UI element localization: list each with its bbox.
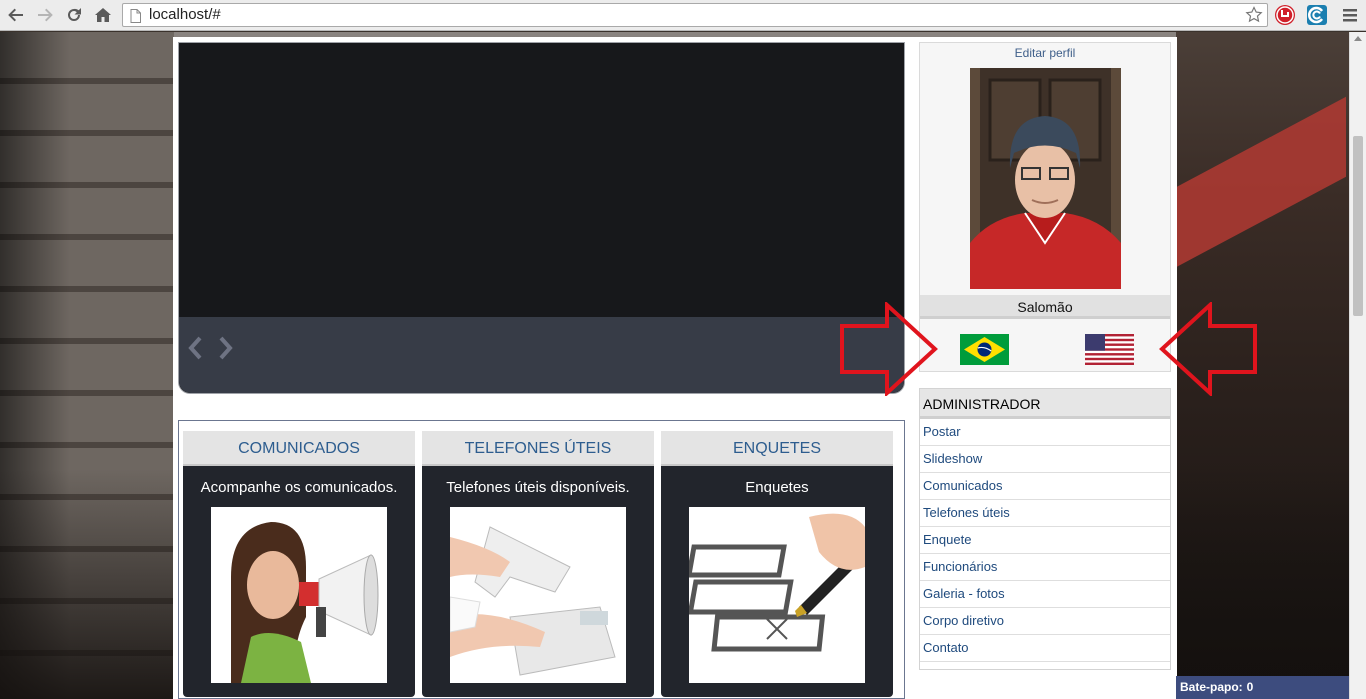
reload-icon[interactable]	[62, 3, 86, 27]
panel-telefones[interactable]: TELEFONES ÚTEIS Telefones úteis disponív…	[422, 431, 654, 697]
admin-item-galeria[interactable]: Galeria - fotos	[920, 581, 1170, 608]
admin-menu-header: ADMINISTRADOR	[920, 389, 1170, 419]
slideshow-next-icon[interactable]	[217, 335, 235, 366]
crowd-right	[1176, 469, 1366, 699]
avatar[interactable]	[970, 68, 1121, 289]
admin-item-enquete[interactable]: Enquete	[920, 527, 1170, 554]
chat-count: 0	[1246, 680, 1254, 694]
chat-bar[interactable]: Bate-papo: 0	[1176, 676, 1349, 699]
admin-item-postar[interactable]: Postar	[920, 419, 1170, 446]
edit-profile-link[interactable]: Editar perfil	[920, 46, 1170, 60]
bookmark-star-icon[interactable]	[1245, 6, 1263, 31]
admin-item-contato[interactable]: Contato	[920, 635, 1170, 662]
brazil-flag-icon[interactable]	[960, 334, 1009, 365]
crowd-left	[0, 469, 174, 699]
browser-toolbar: localhost/#	[0, 0, 1366, 31]
url-text: localhost/#	[149, 6, 221, 23]
admin-item-corpo-diretivo[interactable]: Corpo diretivo	[920, 608, 1170, 635]
scroll-thumb[interactable]	[1353, 136, 1363, 316]
usa-flag-icon[interactable]	[1085, 334, 1134, 365]
feature-panels: COMUNICADOS Acompanhe os comunicados. TE…	[178, 420, 905, 699]
panel-description: Acompanhe os comunicados.	[200, 479, 398, 496]
checklist-image[interactable]	[689, 507, 865, 683]
home-icon[interactable]	[91, 3, 115, 27]
telephone-image[interactable]	[450, 507, 626, 683]
chat-label: Bate-papo:	[1180, 680, 1243, 694]
admin-item-slideshow[interactable]: Slideshow	[920, 446, 1170, 473]
admin-item-telefones[interactable]: Telefones úteis	[920, 500, 1170, 527]
panel-enquetes[interactable]: ENQUETES Enquetes	[661, 431, 893, 697]
megaphone-image[interactable]	[211, 507, 387, 683]
scroll-up-icon[interactable]	[1354, 36, 1362, 41]
panel-comunicados[interactable]: COMUNICADOS Acompanhe os comunicados.	[183, 431, 415, 697]
address-bar[interactable]: localhost/#	[122, 3, 1268, 27]
forward-icon[interactable]	[33, 3, 57, 27]
adblock-extension-icon[interactable]	[1274, 4, 1296, 26]
menu-icon[interactable]	[1339, 4, 1361, 26]
slideshow-controls	[179, 317, 904, 393]
red-arrow-right-icon	[840, 302, 938, 396]
page-icon	[130, 8, 141, 30]
profile-card: Editar perfil Salomão	[919, 42, 1171, 372]
red-arrow-left-icon	[1159, 302, 1257, 396]
panel-description: Enquetes	[745, 479, 809, 496]
panel-description: Telefones úteis disponíveis.	[446, 479, 630, 496]
extension-icon[interactable]	[1306, 4, 1328, 26]
admin-item-comunicados[interactable]: Comunicados	[920, 473, 1170, 500]
back-icon[interactable]	[4, 3, 28, 27]
panel-title[interactable]: COMUNICADOS	[183, 431, 415, 466]
slideshow	[178, 42, 905, 394]
slideshow-prev-icon[interactable]	[186, 335, 204, 366]
page-scrollbar[interactable]	[1349, 32, 1366, 699]
panel-title[interactable]: TELEFONES ÚTEIS	[422, 431, 654, 466]
admin-item-funcionarios[interactable]: Funcionários	[920, 554, 1170, 581]
panel-title[interactable]: ENQUETES	[661, 431, 893, 466]
admin-menu: ADMINISTRADOR Postar Slideshow Comunicad…	[919, 388, 1171, 670]
user-name: Salomão	[920, 295, 1170, 319]
